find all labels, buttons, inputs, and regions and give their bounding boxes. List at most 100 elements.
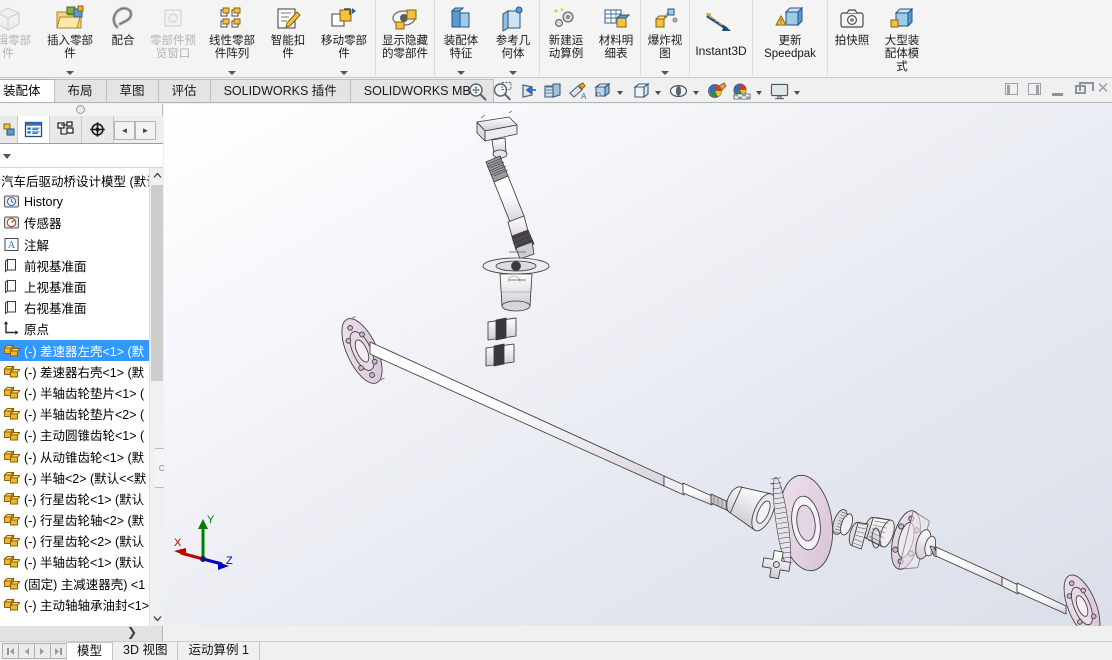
bottom-tab-model[interactable]: 模型 [66, 642, 114, 660]
restore-icon[interactable] [1073, 81, 1094, 96]
feature-tree-item-label: (-) 半轴<2> (默认<<默 [24, 471, 147, 486]
feature-tree-item[interactable]: (-) 半轴齿轮垫片<2> ( [0, 403, 149, 424]
instant3d-icon [701, 4, 741, 44]
ribbon-button-smart-fasteners[interactable]: 智能扣件 [263, 0, 313, 78]
feature-tree-item[interactable]: (-) 行星齿轮<2> (默认 [0, 530, 149, 551]
tab-sketch[interactable]: 草图 [105, 79, 159, 102]
view-orientation-icon[interactable] [591, 81, 614, 101]
feature-tree-overflow-bar[interactable]: ❯ [0, 625, 163, 641]
chevron-down-icon[interactable] [617, 91, 623, 95]
graphics-viewport[interactable]: Y X Z [164, 104, 1112, 626]
first-tab-icon[interactable] [2, 643, 19, 659]
zoom-to-area-icon[interactable] [491, 81, 514, 101]
tab-solidworks-addins[interactable]: SOLIDWORKS 插件 [209, 79, 351, 102]
feature-tree-item[interactable]: 上视基准面 [0, 276, 149, 297]
feature-tree-item[interactable]: History [0, 191, 149, 212]
ribbon-button-update-speedpak[interactable]: ! 更新 Speedpak [753, 0, 827, 78]
last-tab-icon[interactable] [50, 643, 67, 659]
ribbon-button-instant3d[interactable]: Instant3D [690, 0, 752, 78]
feature-tree-item[interactable]: (-) 行星齿轮轴<2> (默 [0, 509, 149, 530]
hide-show-items-icon[interactable] [667, 81, 690, 101]
ribbon-button-insert-component[interactable]: 插入零部件 [39, 0, 101, 78]
panel-tab-next-button[interactable]: ► [135, 121, 156, 140]
display-style-icon[interactable] [629, 81, 652, 101]
chevron-down-icon[interactable] [66, 71, 74, 75]
ribbon-button-move-component[interactable]: 移动零部件 [313, 0, 375, 78]
feature-tree-item[interactable]: 前视基准面 [0, 255, 149, 276]
feature-tree-item[interactable]: (-) 行星齿轮<1> (默认 [0, 488, 149, 509]
feature-tree-item[interactable]: (-) 主动圆锥齿轮<1> ( [0, 424, 149, 445]
ribbon-button-exploded-view[interactable]: 爆炸视图 [641, 0, 689, 78]
zoom-to-fit-icon[interactable] [466, 81, 489, 101]
chevron-down-icon[interactable] [655, 91, 661, 95]
feature-tree-item[interactable]: 原点 [0, 318, 149, 339]
section-view-icon[interactable] [541, 81, 564, 101]
tab-feature-manager[interactable] [0, 116, 18, 143]
chevron-down-icon[interactable] [756, 91, 762, 95]
chevron-down-icon[interactable] [340, 71, 348, 75]
bottom-gap [0, 626, 1112, 642]
bill-of-materials-icon [602, 4, 630, 34]
bottom-tab-motion-study[interactable]: 运动算例 1 [178, 642, 260, 660]
panel-tab-prev-button[interactable]: ◄ [114, 121, 135, 140]
prev-tab-icon[interactable] [18, 643, 35, 659]
scrollbar-thumb[interactable] [151, 185, 163, 381]
feature-tree-item[interactable]: (-) 半轴齿轮垫片<1> ( [0, 382, 149, 403]
ribbon-button-linear-component-pattern[interactable]: 线性零部件阵列 [201, 0, 263, 78]
prev-document-icon[interactable] [1004, 82, 1018, 96]
minimize-icon[interactable] [1050, 82, 1064, 96]
chevron-down-icon[interactable] [794, 91, 800, 95]
ribbon-button-mate[interactable]: 配合 [101, 0, 145, 78]
view-orientation-paint-icon[interactable]: A [566, 81, 589, 101]
edit-appearance-icon[interactable] [705, 81, 728, 101]
chevron-down-icon[interactable] [509, 71, 517, 75]
next-tab-icon[interactable] [34, 643, 51, 659]
bottom-tab-3d-views[interactable]: 3D 视图 [113, 642, 179, 660]
scroll-down-arrow-icon[interactable] [150, 611, 164, 626]
previous-view-icon[interactable] [516, 81, 539, 101]
close-icon[interactable]: ✕ [1096, 81, 1110, 96]
feature-tree-item[interactable]: (-) 差速器左壳<1> (默 [0, 339, 149, 361]
feature-tree-filter-row[interactable] [0, 144, 163, 168]
tree-overflow-arrow-icon[interactable]: ❯ [127, 625, 137, 639]
tab-layout[interactable]: 布局 [53, 79, 107, 102]
feature-tree-item[interactable]: (-) 从动锥齿轮<1> (默 [0, 445, 149, 466]
feature-tree-item[interactable]: (-) 差速器右壳<1> (默 [0, 361, 149, 382]
ribbon-button-assembly-features[interactable]: 装配体特征 [435, 0, 487, 78]
panel-pin-icon[interactable] [76, 105, 85, 114]
feature-tree-item[interactable]: (固定) 主减速器壳) <1 [0, 573, 149, 594]
feature-manager-panel: ◄ ► 汽车后驱动桥设计模型 (默认 History 传感器 A 注解 前视基准面 上视基准… [0, 104, 170, 626]
scroll-up-arrow-icon[interactable] [150, 168, 164, 183]
feature-tree-item[interactable]: 传感器 [0, 212, 149, 233]
tab-assembly[interactable]: 装配体 [0, 79, 55, 102]
chevron-down-icon[interactable] [457, 71, 465, 75]
view-settings-icon[interactable] [768, 81, 791, 101]
ribbon-button-show-hidden-components[interactable]: 显示隐藏的零部件 [376, 0, 434, 78]
ribbon-button-component-preview[interactable]: 零部件预览窗口 [145, 0, 201, 78]
feature-tree[interactable]: 汽车后驱动桥设计模型 (默认 History 传感器 A 注解 前视基准面 上视基准面 右视基… [0, 168, 149, 626]
ribbon-button-snapshot[interactable]: 拍快照 [828, 0, 876, 78]
chevron-down-icon[interactable] [661, 71, 669, 75]
ribbon-button-reference-geometry[interactable]: 参考几何体 [487, 0, 539, 78]
tab-display-manager[interactable] [82, 116, 114, 143]
linear-component-pattern-icon [217, 4, 247, 34]
ribbon-button-edit-component[interactable]: 编辑零部件 [0, 0, 39, 78]
feature-tree-item[interactable]: (-) 半轴<2> (默认<<默 [0, 467, 149, 488]
feature-tree-item[interactable]: (-) 半轴齿轮<1> (默认 [0, 551, 149, 572]
feature-tree-root[interactable]: 汽车后驱动桥设计模型 (默认 [0, 170, 149, 191]
feature-tree-scrollbar[interactable] [149, 168, 163, 626]
feature-tree-item[interactable]: (-) 主动轴轴承油封<1> [0, 594, 149, 615]
chevron-down-icon[interactable] [228, 71, 236, 75]
feature-tree-item[interactable]: A 注解 [0, 234, 149, 255]
chevron-down-icon[interactable] [3, 154, 11, 159]
apply-scene-icon[interactable] [730, 81, 753, 101]
feature-tree-item[interactable]: 右视基准面 [0, 297, 149, 318]
ribbon-button-new-motion-study[interactable]: 新建运动算例 [540, 0, 592, 78]
next-document-icon[interactable] [1027, 82, 1041, 96]
ribbon-button-large-assembly-mode[interactable]: 大型装配体模式 [876, 0, 928, 78]
tab-configuration-manager[interactable] [50, 116, 82, 143]
tab-property-manager[interactable] [18, 116, 50, 143]
ribbon-button-bill-of-materials[interactable]: 材料明细表 [592, 0, 640, 78]
chevron-down-icon[interactable] [693, 91, 699, 95]
tab-evaluate[interactable]: 评估 [157, 79, 211, 102]
